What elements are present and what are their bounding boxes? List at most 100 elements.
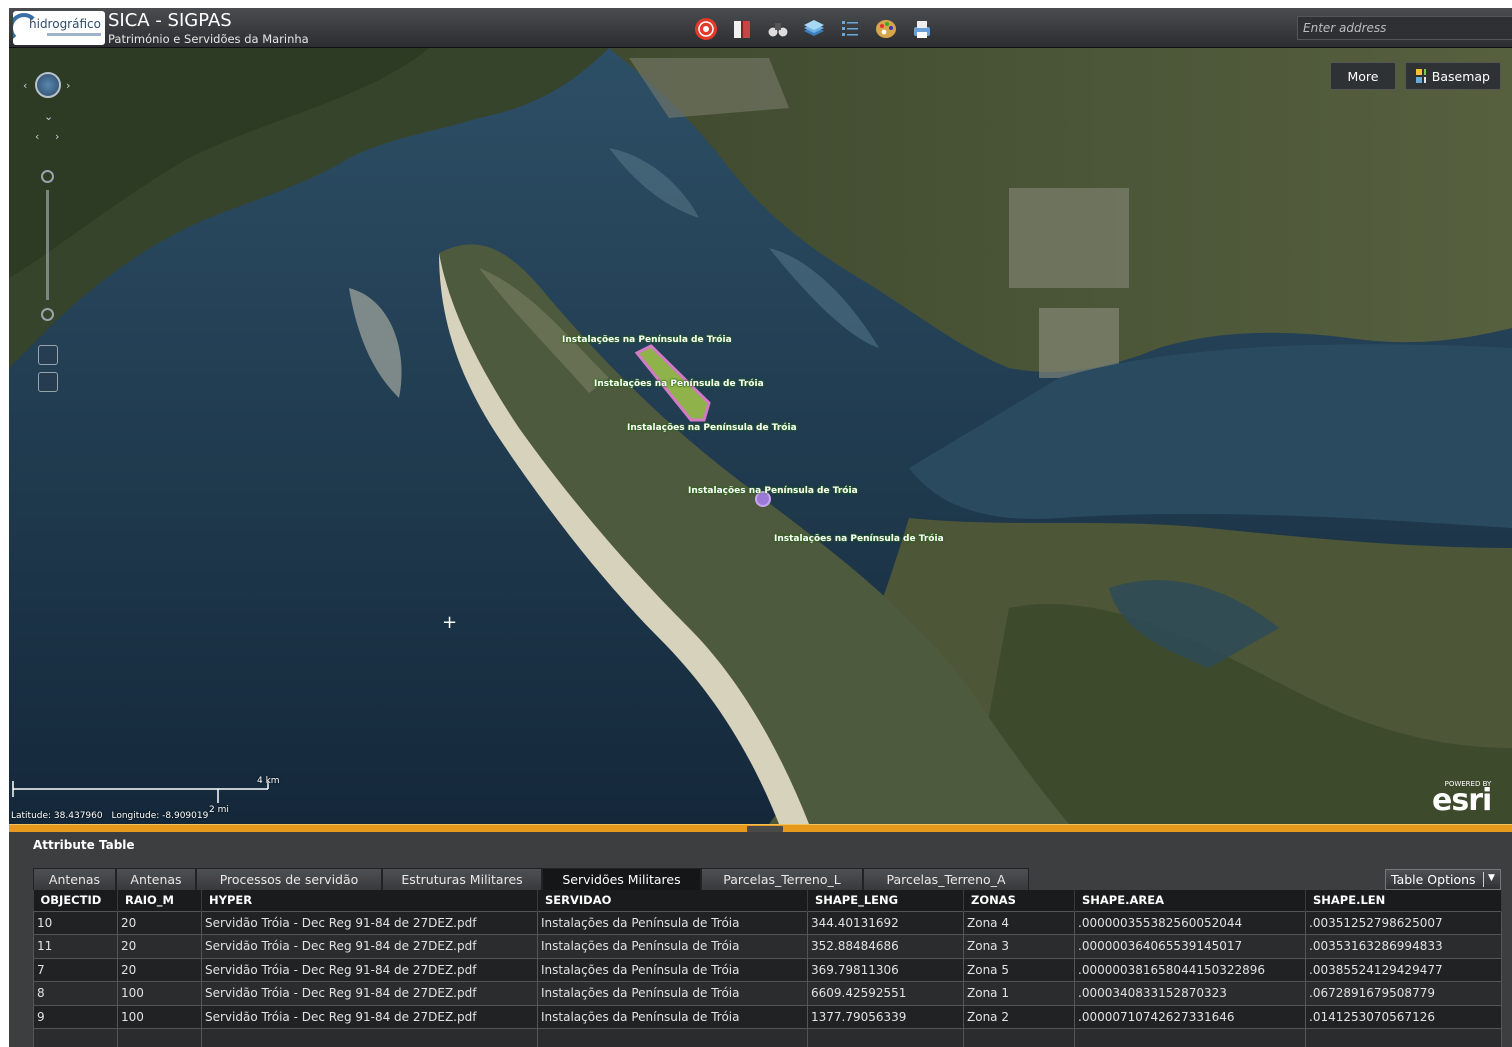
tab-antenas-2[interactable]: Antenas: [116, 868, 196, 890]
zoom-out-icon[interactable]: [41, 308, 54, 321]
app-window: hidrográfico SICA - SIGPAS Património e …: [9, 8, 1512, 1047]
app-title: SICA - SIGPAS: [108, 10, 232, 31]
scale-bar: 4 km 2 mi: [12, 771, 282, 815]
feature-label: Instalações na Península de Tróia: [562, 335, 732, 345]
table-cell: Servidão Tróia - Dec Reg 91-84 de 27DEZ.…: [201, 981, 538, 1006]
table-cell: 100: [117, 1004, 202, 1029]
feature-label: Instalações na Península de Tróia: [594, 379, 764, 389]
esri-wordmark: esri: [1432, 783, 1492, 818]
table-row[interactable]: 11 20 Servidão Tróia - Dec Reg 91-84 de 27…: [33, 934, 1502, 959]
book-tool-icon[interactable]: [729, 16, 755, 42]
attribute-table-panel: Attribute Table Antenas Antenas Processo…: [9, 832, 1512, 1047]
feature-label: Instalações na Península de Tróia: [627, 423, 797, 433]
dropdown-arrow-icon: ▼: [1488, 873, 1495, 883]
zoom-slider[interactable]: [46, 190, 49, 300]
pan-down-icon[interactable]: ⌄: [44, 110, 53, 123]
table-row[interactable]: 10 20 Servidão Tróia - Dec Reg 91-84 de 27…: [33, 910, 1502, 935]
layers-tool-icon[interactable]: [801, 16, 827, 42]
rotate-right-icon[interactable]: ›: [55, 130, 59, 143]
column-header[interactable]: ZONAS: [963, 890, 1075, 911]
pan-left-icon[interactable]: ‹: [23, 79, 27, 92]
table-cell: .00353163286994833: [1305, 934, 1502, 959]
tab-parcelas-terreno-a[interactable]: Parcelas_Terreno_A: [863, 868, 1029, 890]
list-tool-icon[interactable]: [837, 16, 863, 42]
table-cell: [963, 1028, 1075, 1047]
hidrografico-logo: hidrográfico: [13, 11, 105, 45]
table-cell: 344.40131692: [807, 910, 964, 935]
basemap-label: Basemap: [1431, 68, 1490, 84]
table-cell: 20: [117, 910, 202, 935]
table-cell: Servidão Tróia - Dec Reg 91-84 de 27DEZ.…: [201, 934, 538, 959]
basemap-grid-icon: [1416, 69, 1426, 83]
table-cell: 8: [33, 981, 118, 1006]
table-row[interactable]: 9 100 Servidão Tróia - Dec Reg 91-84 de 27…: [33, 1004, 1502, 1029]
table-cell: .0000340833152870323: [1074, 981, 1306, 1006]
table-cell: .0672891679508779: [1305, 981, 1502, 1006]
address-search-input[interactable]: [1297, 16, 1512, 40]
table-cell: [1305, 1028, 1502, 1047]
table-cell: 20: [117, 934, 202, 959]
table-cell: .000000355382560052044: [1074, 910, 1306, 935]
rotate-left-icon[interactable]: ‹: [35, 130, 39, 143]
palette-tool-icon[interactable]: [873, 16, 899, 42]
full-extent-icon[interactable]: [38, 372, 58, 392]
table-cell: Zona 1: [963, 981, 1075, 1006]
table-options-button[interactable]: Table Options ▼: [1385, 869, 1501, 890]
table-cell: Zona 2: [963, 1004, 1075, 1029]
table-cell: .00351252798625007: [1305, 910, 1502, 935]
column-header[interactable]: SERVIDAO: [537, 890, 808, 911]
pan-globe-icon[interactable]: [35, 72, 61, 98]
table-cell: [1074, 1028, 1306, 1047]
binoculars-tool-icon[interactable]: [765, 16, 791, 42]
tab-processos-de-servidao[interactable]: Processos de servidão: [196, 868, 382, 890]
crosshair-cursor-icon: +: [442, 612, 458, 633]
more-button[interactable]: More: [1330, 62, 1396, 90]
table-row[interactable]: 8 100 Servidão Tróia - Dec Reg 91-84 de 27…: [33, 981, 1502, 1006]
table-header-row: OBJECTID RAIO_M HYPER SERVIDAO SHAPE_LEN…: [33, 890, 1502, 911]
column-header[interactable]: HYPER: [201, 890, 538, 911]
table-cell: .0141253070567126: [1305, 1004, 1502, 1029]
tab-parcelas-terreno-l[interactable]: Parcelas_Terreno_L: [701, 868, 863, 890]
panel-splitter[interactable]: [9, 824, 1512, 832]
table-cell: 369.79811306: [807, 957, 964, 982]
column-header[interactable]: SHAPE_LENG: [807, 890, 964, 911]
table-cell: Instalações da Península de Tróia: [537, 1004, 808, 1029]
table-cell: .000000381658044150322896: [1074, 957, 1306, 982]
zoom-in-icon[interactable]: [41, 170, 54, 183]
pan-hand-icon[interactable]: [38, 345, 58, 365]
pan-right-icon[interactable]: ›: [66, 79, 70, 92]
table-cell: .000000364065539145017: [1074, 934, 1306, 959]
table-cell: 7: [33, 957, 118, 982]
table-cell: Servidão Tróia - Dec Reg 91-84 de 27DEZ.…: [201, 910, 538, 935]
table-cell: Zona 5: [963, 957, 1075, 982]
table-cell: Instalações da Península de Tróia: [537, 981, 808, 1006]
column-header[interactable]: SHAPE.AREA: [1074, 890, 1306, 911]
map-view[interactable]: ‹ › ⌄ ‹ › More Basemap Instalações na Pe…: [9, 48, 1512, 824]
table-cell: .00000710742627331646: [1074, 1004, 1306, 1029]
basemap-button[interactable]: Basemap: [1405, 62, 1501, 90]
tab-servidoes-militares[interactable]: Servidões Militares: [542, 868, 701, 890]
table-cell: 352.88484686: [807, 934, 964, 959]
column-header[interactable]: RAIO_M: [117, 890, 202, 911]
layer-tabs: Antenas Antenas Processos de servidão Es…: [33, 868, 1029, 890]
table-cell: [807, 1028, 964, 1047]
table-row[interactable]: 7 20 Servidão Tróia - Dec Reg 91-84 de 27D…: [33, 957, 1502, 982]
table-row[interactable]: [33, 1028, 1502, 1047]
column-header[interactable]: SHAPE.LEN: [1305, 890, 1502, 911]
app-subtitle: Património e Servidões da Marinha: [108, 32, 309, 46]
table-options-label: Table Options: [1391, 872, 1476, 887]
feature-label: Instalações na Península de Tróia: [688, 486, 858, 496]
print-tool-icon[interactable]: [909, 16, 935, 42]
column-header[interactable]: OBJECTID: [33, 890, 118, 911]
feature-label: Instalações na Península de Tróia: [774, 534, 944, 544]
esri-logo: POWERED BY esri: [1432, 780, 1492, 818]
table-cell: 10: [33, 910, 118, 935]
table-cell: Instalações da Península de Tróia: [537, 910, 808, 935]
table-cell: Zona 3: [963, 934, 1075, 959]
tab-antenas[interactable]: Antenas: [33, 868, 116, 890]
table-cell: Instalações da Península de Tróia: [537, 934, 808, 959]
map-navigation: ‹ › ⌄ ‹ ›: [21, 70, 71, 392]
target-tool-icon[interactable]: [693, 16, 719, 42]
tab-estruturas-militares[interactable]: Estruturas Militares: [382, 868, 542, 890]
longitude-readout: Longitude: -8.909019: [111, 811, 209, 821]
